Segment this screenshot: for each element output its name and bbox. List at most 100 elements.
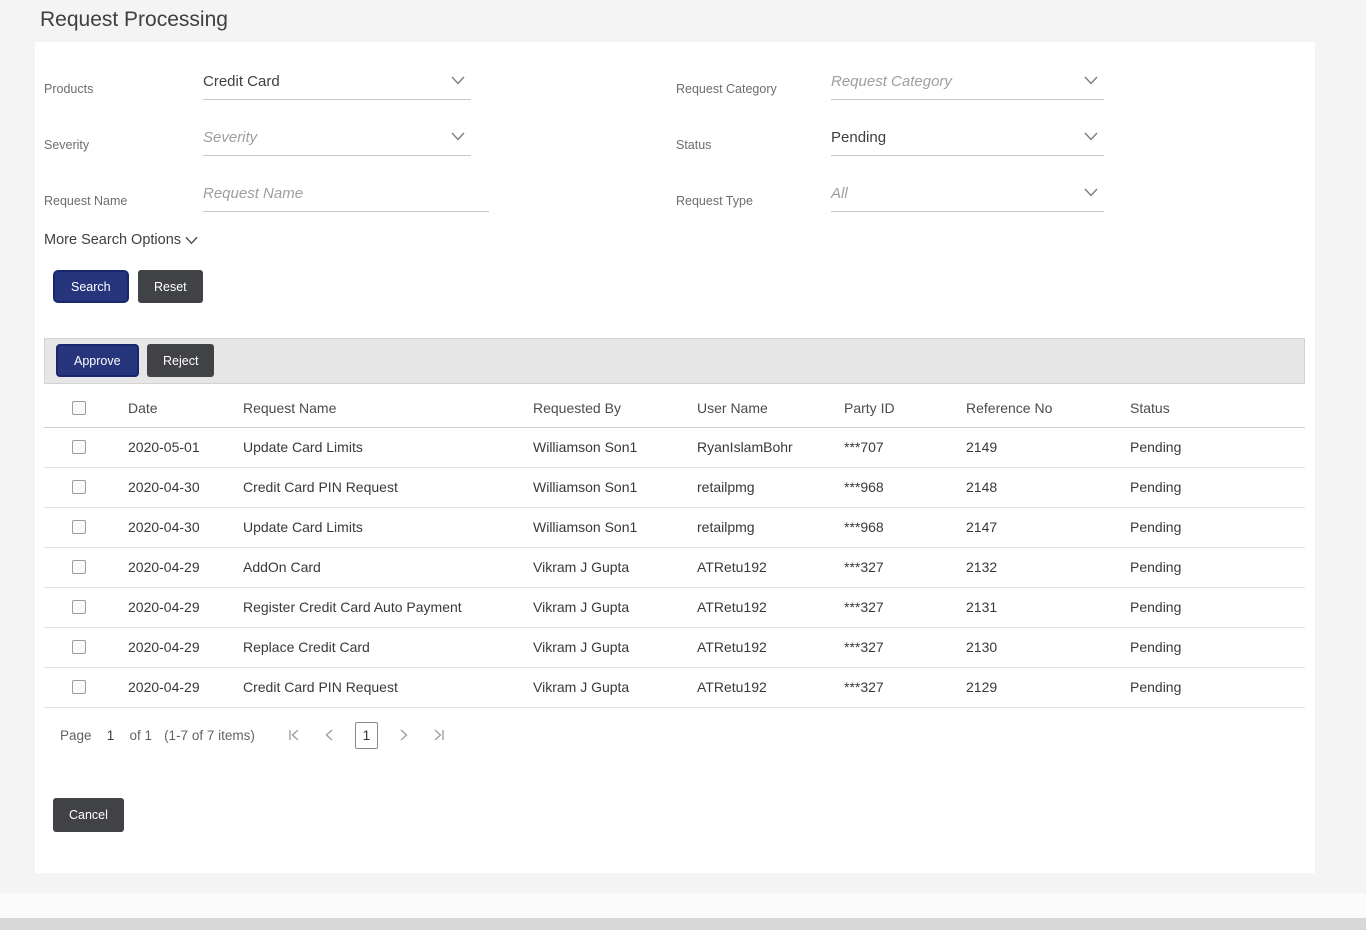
cell-date: 2020-04-29 [128, 667, 243, 707]
row-checkbox[interactable] [72, 560, 86, 574]
cell-status: Pending [1130, 627, 1305, 667]
first-page-button[interactable] [283, 724, 305, 746]
cell-party-id: ***968 [844, 507, 966, 547]
status-value: Pending [831, 129, 886, 146]
table-row: 2020-04-29 AddOn Card Vikram J Gupta ATR… [44, 547, 1305, 587]
chevron-down-icon [1084, 132, 1098, 141]
table-row: 2020-05-01 Update Card Limits Williamson… [44, 427, 1305, 467]
cell-requested-by: Williamson Son1 [533, 427, 697, 467]
cell-requested-by: Williamson Son1 [533, 507, 697, 547]
cell-request-name: Replace Credit Card [243, 627, 533, 667]
severity-value: Severity [203, 129, 257, 146]
cell-reference-no: 2132 [966, 547, 1130, 587]
search-button[interactable]: Search [53, 270, 129, 303]
cell-date: 2020-04-29 [128, 547, 243, 587]
column-header-user-name: User Name [697, 389, 844, 427]
cell-party-id: ***707 [844, 427, 966, 467]
horizontal-scrollbar[interactable] [0, 918, 1366, 930]
row-checkbox[interactable] [72, 600, 86, 614]
row-checkbox[interactable] [72, 440, 86, 454]
status-select[interactable]: Pending [831, 120, 1104, 156]
cell-reference-no: 2148 [966, 467, 1130, 507]
request-type-label: Request Type [676, 194, 753, 208]
column-header-requested-by: Requested By [533, 389, 697, 427]
cell-user-name: retailpmg [697, 467, 844, 507]
chevron-right-icon [396, 728, 410, 742]
column-header-date: Date [128, 389, 243, 427]
reset-button[interactable]: Reset [138, 270, 203, 303]
cell-party-id: ***327 [844, 627, 966, 667]
cell-requested-by: Vikram J Gupta [533, 667, 697, 707]
cell-reference-no: 2147 [966, 507, 1130, 547]
cell-requested-by: Vikram J Gupta [533, 547, 697, 587]
more-search-options-link[interactable]: More Search Options [44, 232, 198, 248]
products-select[interactable]: Credit Card [203, 64, 471, 100]
row-checkbox[interactable] [72, 520, 86, 534]
table-row: 2020-04-30 Credit Card PIN Request Willi… [44, 467, 1305, 507]
action-toolbar: Approve Reject [44, 338, 1305, 384]
current-page-button[interactable]: 1 [355, 722, 378, 749]
cell-party-id: ***968 [844, 467, 966, 507]
products-value: Credit Card [203, 73, 280, 90]
row-checkbox[interactable] [72, 640, 86, 654]
table-header: Date Request Name Requested By User Name… [44, 389, 1305, 427]
items-count-label: (1-7 of 7 items) [164, 728, 255, 743]
more-search-options-label: More Search Options [44, 232, 181, 248]
cell-reference-no: 2131 [966, 587, 1130, 627]
cell-user-name: retailpmg [697, 507, 844, 547]
cell-reference-no: 2130 [966, 627, 1130, 667]
cell-party-id: ***327 [844, 587, 966, 627]
cell-request-name: Update Card Limits [243, 427, 533, 467]
request-name-input[interactable] [203, 185, 489, 202]
cell-user-name: ATRetu192 [697, 547, 844, 587]
pagination: Page of 1 (1-7 of 7 items) 1 [44, 715, 464, 755]
cell-date: 2020-04-29 [128, 627, 243, 667]
row-checkbox[interactable] [72, 680, 86, 694]
select-all-checkbox[interactable] [72, 401, 86, 415]
chevron-down-icon [1084, 188, 1098, 197]
reject-button[interactable]: Reject [147, 344, 214, 377]
table-row: 2020-04-29 Credit Card PIN Request Vikra… [44, 667, 1305, 707]
request-name-label: Request Name [44, 194, 127, 208]
cell-request-name: Register Credit Card Auto Payment [243, 587, 533, 627]
cell-date: 2020-04-30 [128, 507, 243, 547]
column-header-request-name: Request Name [243, 389, 533, 427]
table-row: 2020-04-29 Register Credit Card Auto Pay… [44, 587, 1305, 627]
cell-requested-by: Vikram J Gupta [533, 627, 697, 667]
table-row: 2020-04-30 Update Card Limits Williamson… [44, 507, 1305, 547]
cell-date: 2020-05-01 [128, 427, 243, 467]
request-category-select[interactable]: Request Category [831, 64, 1104, 100]
footer-strip [0, 893, 1366, 918]
cell-reference-no: 2149 [966, 427, 1130, 467]
approve-button[interactable]: Approve [56, 344, 139, 377]
request-type-select[interactable]: All [831, 176, 1104, 212]
cell-status: Pending [1130, 467, 1305, 507]
cell-user-name: ATRetu192 [697, 587, 844, 627]
previous-page-button[interactable] [319, 724, 341, 746]
column-header-reference-no: Reference No [966, 389, 1130, 427]
requests-table: Date Request Name Requested By User Name… [44, 389, 1305, 708]
cell-date: 2020-04-29 [128, 587, 243, 627]
next-page-button[interactable] [392, 724, 414, 746]
cell-status: Pending [1130, 587, 1305, 627]
column-header-status: Status [1130, 389, 1305, 427]
cancel-button[interactable]: Cancel [53, 798, 124, 832]
request-name-field-wrap [203, 176, 489, 212]
request-type-value: All [831, 185, 848, 202]
last-page-button[interactable] [428, 724, 450, 746]
cell-request-name: Update Card Limits [243, 507, 533, 547]
column-header-party-id: Party ID [844, 389, 966, 427]
cell-requested-by: Williamson Son1 [533, 467, 697, 507]
row-checkbox[interactable] [72, 480, 86, 494]
cell-party-id: ***327 [844, 667, 966, 707]
page-title: Request Processing [40, 8, 228, 32]
chevron-down-icon [185, 236, 198, 245]
table-row: 2020-04-29 Replace Credit Card Vikram J … [44, 627, 1305, 667]
page-number-input[interactable] [96, 728, 126, 743]
request-category-label: Request Category [676, 82, 777, 96]
cell-request-name: Credit Card PIN Request [243, 467, 533, 507]
first-page-icon [287, 728, 301, 742]
cell-user-name: RyanIslamBohr [697, 427, 844, 467]
severity-select[interactable]: Severity [203, 120, 471, 156]
severity-label: Severity [44, 138, 89, 152]
